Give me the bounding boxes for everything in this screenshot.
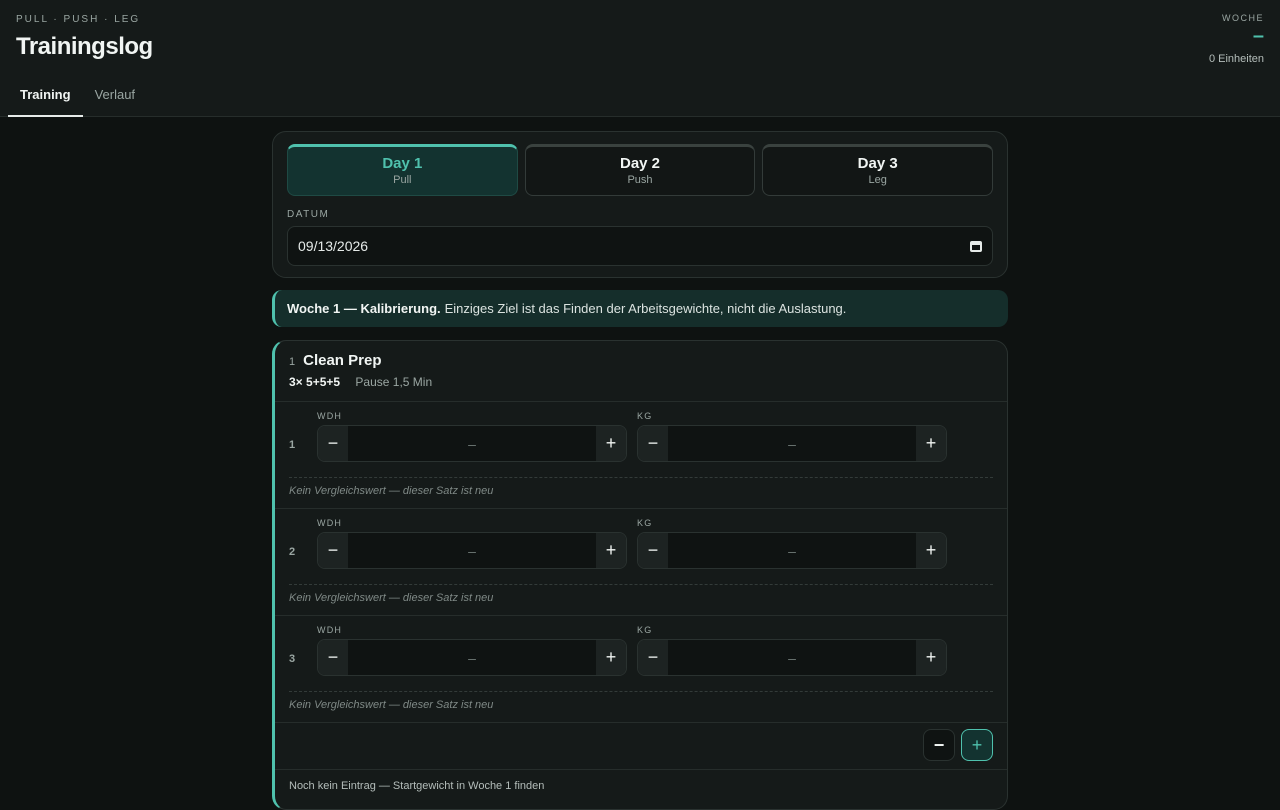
day-3-button[interactable]: Day 3 Leg bbox=[762, 144, 994, 196]
calendar-icon[interactable] bbox=[970, 240, 982, 252]
weight-increment-button[interactable]: + bbox=[916, 533, 946, 568]
divider bbox=[289, 691, 993, 692]
weight-input[interactable]: – bbox=[668, 426, 916, 461]
reps-increment-button[interactable]: + bbox=[596, 426, 626, 461]
reps-increment-button[interactable]: + bbox=[596, 533, 626, 568]
weight-increment-button[interactable]: + bbox=[916, 426, 946, 461]
reps-label: WDH bbox=[317, 411, 343, 421]
day-type: Push bbox=[627, 174, 653, 186]
program-split-label: PULL · PUSH · LEG bbox=[16, 14, 141, 25]
set-scheme: 3× 5+5+5 bbox=[289, 375, 341, 389]
weight-field: KG − – + bbox=[637, 625, 947, 676]
weight-input[interactable]: – bbox=[668, 533, 916, 568]
weight-field: KG − – + bbox=[637, 411, 947, 462]
reps-stepper: − – + bbox=[317, 639, 627, 676]
reps-field: WDH − – + bbox=[317, 625, 627, 676]
divider bbox=[289, 584, 993, 585]
set-number: 2 bbox=[289, 546, 296, 558]
weight-decrement-button[interactable]: − bbox=[638, 426, 668, 461]
day-2-button[interactable]: Day 2 Push bbox=[524, 144, 756, 196]
reps-decrement-button[interactable]: − bbox=[318, 426, 348, 461]
weight-decrement-button[interactable]: − bbox=[638, 533, 668, 568]
banner-title: Woche 1 — Kalibrierung. bbox=[287, 301, 441, 316]
reps-field: WDH − – + bbox=[317, 518, 627, 569]
day-name: Day 2 bbox=[619, 155, 661, 172]
reps-field: WDH − – + bbox=[317, 411, 627, 462]
main-content: Day 1 Pull Day 2 Push Day 3 Leg DATUM 09… bbox=[272, 131, 1008, 810]
comparison-note: Kein Vergleichswert — dieser Satz ist ne… bbox=[289, 485, 494, 497]
weight-stepper: − – + bbox=[637, 639, 947, 676]
day-selector-card: Day 1 Pull Day 2 Push Day 3 Leg DATUM 09… bbox=[272, 131, 1008, 278]
day-type: Pull bbox=[393, 174, 412, 186]
tab-verlauf[interactable]: Verlauf bbox=[83, 76, 147, 117]
reps-stepper: − – + bbox=[317, 532, 627, 569]
reps-decrement-button[interactable]: − bbox=[318, 533, 348, 568]
date-value: 09/13/2026 bbox=[298, 238, 369, 254]
reps-label: WDH bbox=[317, 518, 343, 528]
exercise-history-note: Noch kein Eintrag — Startgewicht in Woch… bbox=[289, 780, 545, 792]
calibration-banner: Woche 1 — Kalibrierung. Einziges Ziel is… bbox=[272, 290, 1008, 327]
units-count: 0 Einheiten bbox=[1208, 53, 1264, 65]
reps-input[interactable]: – bbox=[348, 640, 596, 675]
week-label: WOCHE bbox=[1222, 13, 1264, 23]
set-row: 2 WDH − – + KG − – + Kein Vergleichswert… bbox=[275, 509, 1007, 616]
tab-training[interactable]: Training bbox=[8, 76, 83, 117]
divider bbox=[289, 477, 993, 478]
app-header: PULL · PUSH · LEG Trainingslog WOCHE – 0… bbox=[0, 0, 1280, 117]
weight-stepper: − – + bbox=[637, 532, 947, 569]
weight-increment-button[interactable]: + bbox=[916, 640, 946, 675]
add-set-button[interactable]: + bbox=[961, 729, 993, 761]
rest-time: Pause 1,5 Min bbox=[355, 375, 433, 389]
weight-label: KG bbox=[637, 518, 653, 528]
day-name: Day 1 bbox=[382, 155, 423, 172]
day-selector: Day 1 Pull Day 2 Push Day 3 Leg bbox=[287, 144, 994, 196]
weight-field: KG − – + bbox=[637, 518, 947, 569]
banner-text: Einziges Ziel ist das Finden der Arbeits… bbox=[444, 301, 847, 316]
app-title: Trainingslog bbox=[16, 33, 153, 60]
set-row: 1 WDH − – + KG − – + Kein Vergleichswert… bbox=[275, 402, 1007, 509]
exercise-header: 1 Clean Prep 3× 5+5+5 Pause 1,5 Min bbox=[275, 341, 1007, 402]
date-input[interactable]: 09/13/2026 bbox=[287, 226, 993, 266]
weight-stepper: − – + bbox=[637, 425, 947, 462]
reps-input[interactable]: – bbox=[348, 533, 596, 568]
set-number: 3 bbox=[289, 653, 296, 665]
day-1-button[interactable]: Day 1 Pull bbox=[287, 144, 518, 196]
week-summary: WOCHE – 0 Einheiten bbox=[1209, 13, 1264, 65]
set-number: 1 bbox=[289, 439, 296, 451]
week-value: – bbox=[1252, 25, 1264, 47]
reps-increment-button[interactable]: + bbox=[596, 640, 626, 675]
remove-set-button[interactable]: − bbox=[923, 729, 955, 761]
exercise-number: 1 bbox=[289, 356, 296, 368]
weight-label: KG bbox=[637, 625, 653, 635]
weight-decrement-button[interactable]: − bbox=[638, 640, 668, 675]
main-tabs: Training Verlauf bbox=[8, 76, 147, 117]
reps-label: WDH bbox=[317, 625, 343, 635]
exercise-name: Clean Prep bbox=[303, 352, 382, 369]
weight-label: KG bbox=[637, 411, 653, 421]
set-row: 3 WDH − – + KG − – + Kein Vergleichswert… bbox=[275, 616, 1007, 723]
set-count-controls: − + bbox=[275, 723, 1007, 770]
day-type: Leg bbox=[868, 174, 887, 186]
exercise-card: 1 Clean Prep 3× 5+5+5 Pause 1,5 Min 1 WD… bbox=[272, 340, 1008, 810]
day-name: Day 3 bbox=[857, 155, 898, 172]
date-label: DATUM bbox=[287, 209, 330, 220]
reps-stepper: − – + bbox=[317, 425, 627, 462]
comparison-note: Kein Vergleichswert — dieser Satz ist ne… bbox=[289, 592, 494, 604]
reps-decrement-button[interactable]: − bbox=[318, 640, 348, 675]
weight-input[interactable]: – bbox=[668, 640, 916, 675]
comparison-note: Kein Vergleichswert — dieser Satz ist ne… bbox=[289, 699, 494, 711]
reps-input[interactable]: – bbox=[348, 426, 596, 461]
